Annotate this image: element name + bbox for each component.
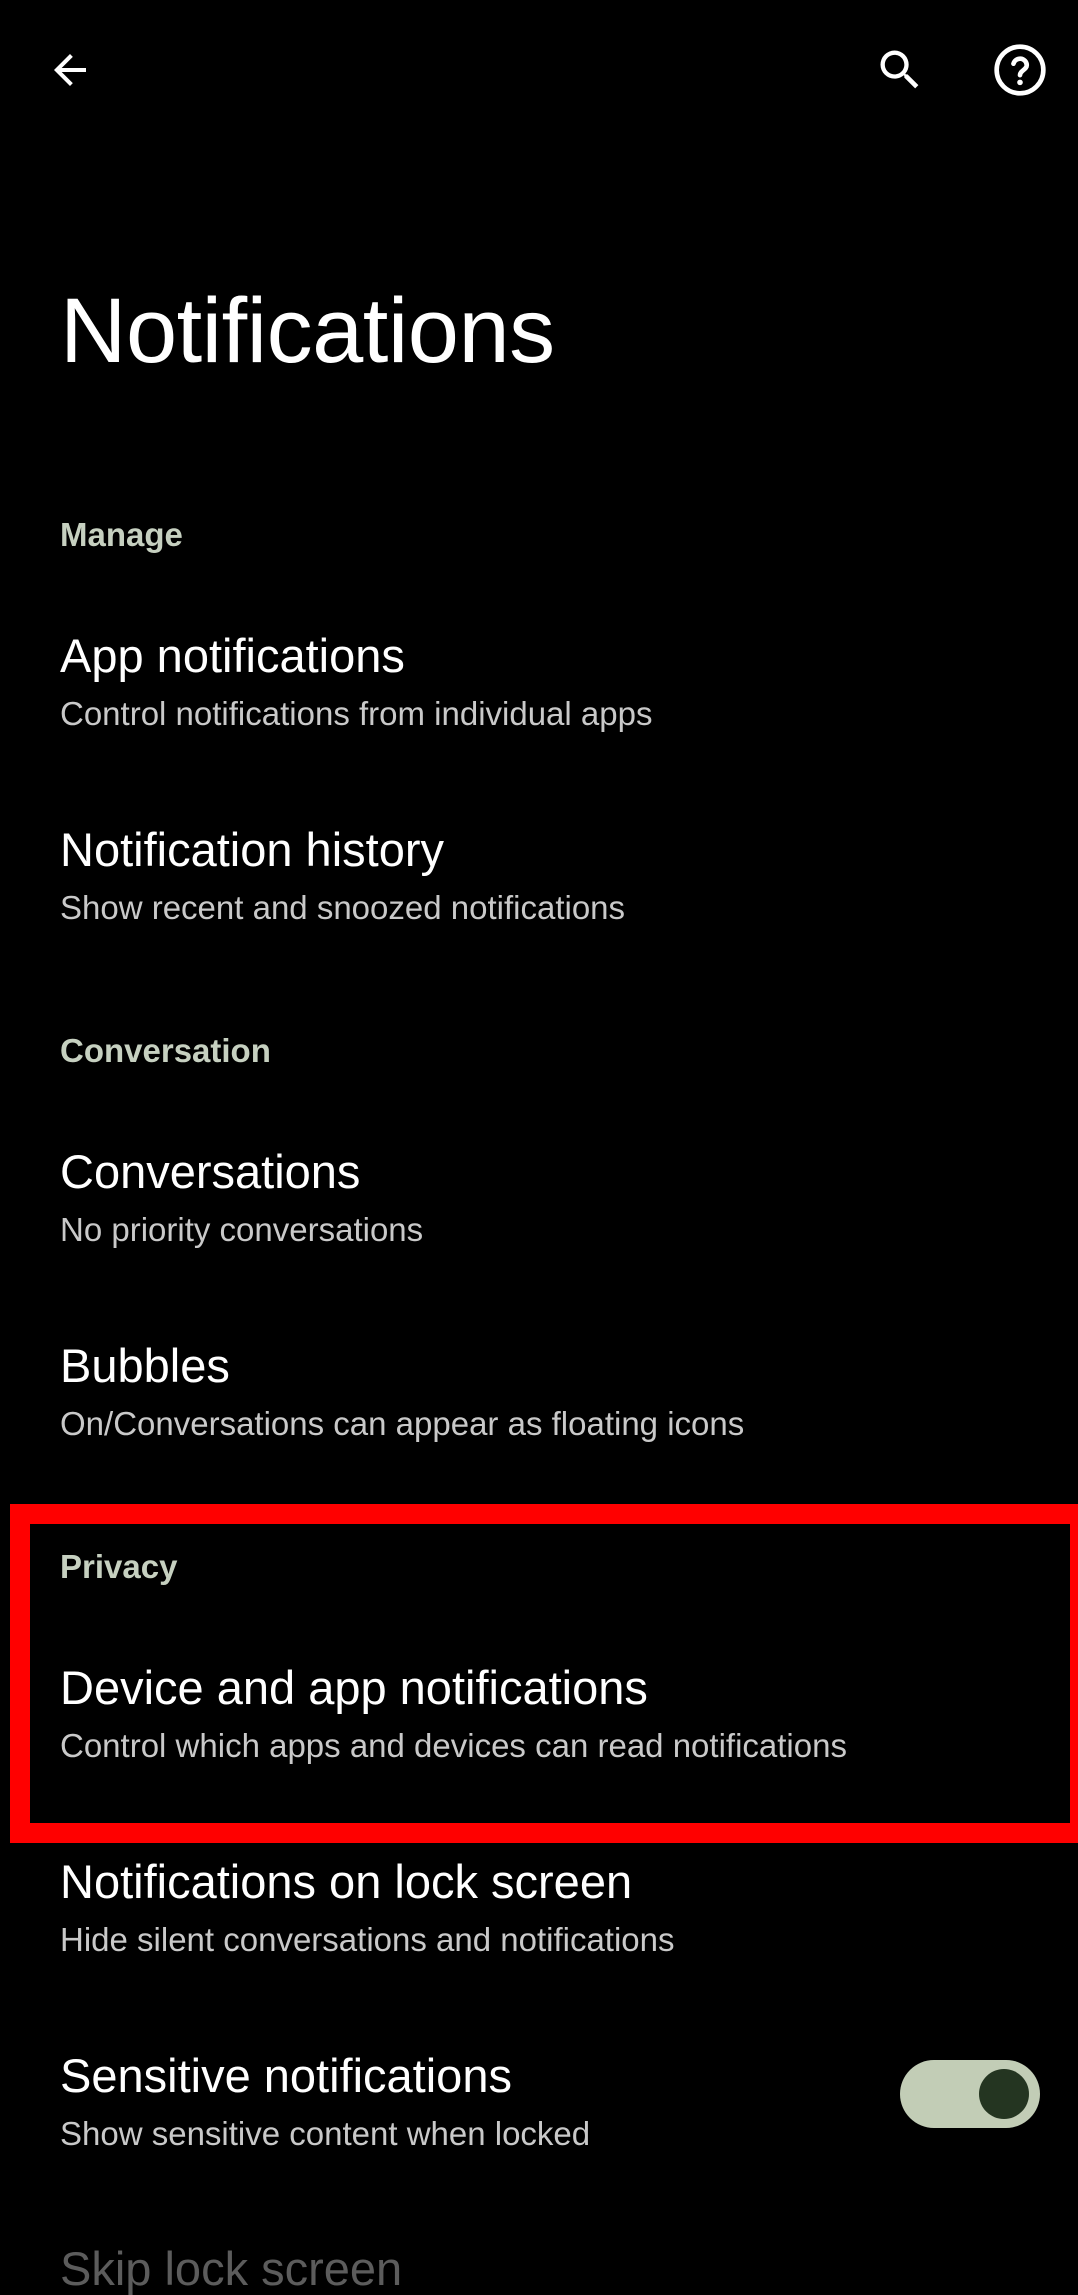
item-title: Device and app notifications [60,1661,648,1714]
sensitive-notifications-toggle[interactable] [900,2060,1040,2128]
list-item-notifications-on-lock-screen[interactable]: Notifications on lock screen Hide silent… [0,1858,1078,1968]
list-item-bubbles[interactable]: Bubbles On/Conversations can appear as f… [0,1342,1078,1452]
list-item-conversations[interactable]: Conversations No priority conversations [0,1148,1078,1258]
help-button[interactable] [972,22,1068,118]
help-circle-icon [994,44,1046,96]
item-title: Conversations [60,1145,361,1198]
item-subtitle: Show sensitive content when locked [60,2115,591,2152]
list-item-app-notifications[interactable]: App notifications Control notifications … [0,632,1078,742]
item-subtitle: Control which apps and devices can read … [60,1727,847,1764]
section-header-privacy: Privacy [60,1548,178,1585]
page-title: Notifications [60,280,555,382]
list-item-notification-history[interactable]: Notification history Show recent and sno… [0,826,1078,936]
section-header-conversation: Conversation [60,1032,271,1069]
search-icon [880,50,919,89]
item-title: App notifications [60,629,405,682]
list-item-skip-lock-screen[interactable]: Skip lock screen [60,2245,402,2292]
list-item-device-and-app-notifications[interactable]: Device and app notifications Control whi… [0,1664,1078,1774]
toggle-knob [979,2069,1029,2119]
item-title: Notification history [60,823,444,876]
search-button[interactable] [852,22,948,118]
item-subtitle: On/Conversations can appear as floating … [60,1405,745,1442]
back-button[interactable] [22,22,118,118]
item-subtitle: Control notifications from individual ap… [60,695,653,732]
arrow-back-icon [54,54,86,86]
section-header-manage: Manage [60,516,183,553]
item-subtitle: No priority conversations [60,1211,424,1248]
item-subtitle: Show recent and snoozed notifications [60,889,626,926]
item-title: Sensitive notifications [60,2049,512,2102]
item-title: Bubbles [60,1339,230,1392]
top-app-bar [0,0,1078,140]
item-title: Notifications on lock screen [60,1855,633,1908]
item-subtitle: Hide silent conversations and notificati… [60,1921,675,1958]
